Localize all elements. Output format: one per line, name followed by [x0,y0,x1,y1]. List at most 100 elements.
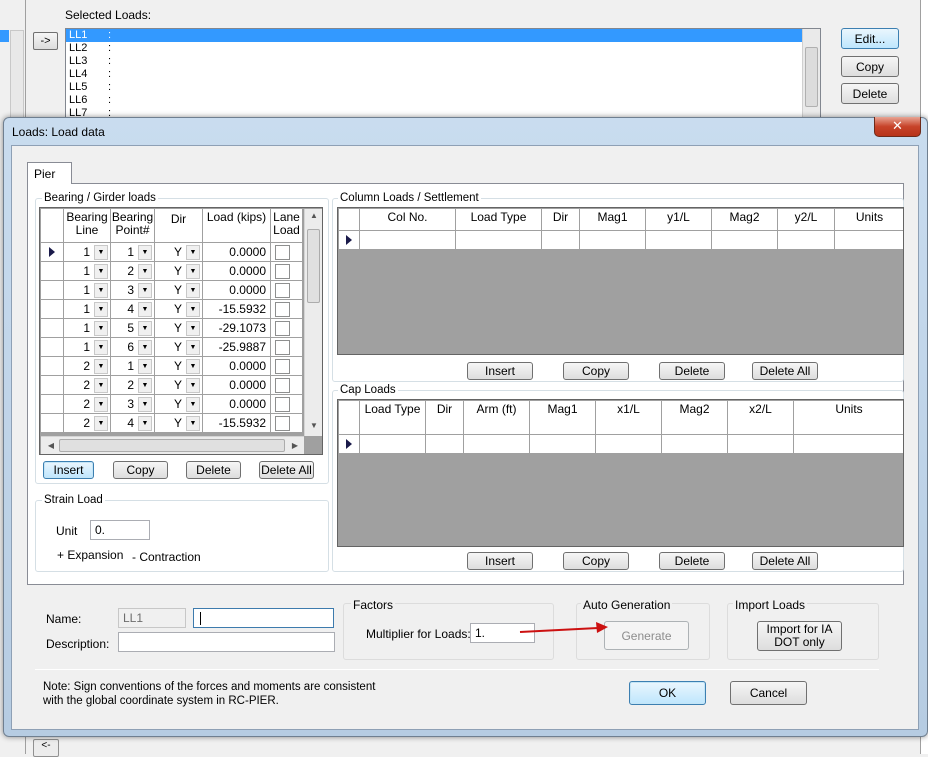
lane-load-checkbox[interactable] [275,283,290,298]
row-selector[interactable] [41,357,64,376]
lane-load-cell[interactable] [271,262,303,281]
dropdown-arrow-icon[interactable]: ▼ [94,378,108,393]
dropdown-arrow-icon[interactable]: ▼ [94,283,108,298]
description-input[interactable] [118,632,335,652]
dropdown-arrow-icon[interactable]: ▼ [138,264,152,279]
column-loads-grid[interactable]: Col No. Load Type Dir Mag1 y1/L Mag2 y2/… [337,207,904,355]
edit-load-button[interactable]: Edit... [841,28,899,49]
bearing-point-select[interactable]: 5 ▼ [111,319,155,338]
dropdown-arrow-icon[interactable]: ▼ [94,302,108,317]
mag2-cell[interactable] [712,231,778,250]
scroll-thumb[interactable] [805,47,818,107]
dir-select[interactable]: Y ▼ [155,338,203,357]
strain-unit-input[interactable]: 0. [90,520,150,540]
y2l-cell[interactable] [778,231,835,250]
dropdown-arrow-icon[interactable]: ▼ [138,245,152,260]
mag1-cell[interactable] [580,231,646,250]
dir-select[interactable]: Y ▼ [155,281,203,300]
cancel-button[interactable]: Cancel [730,681,807,705]
bearing-insert-button[interactable]: Insert [43,461,94,479]
col-header-bearing-line[interactable]: Bearing Line [64,209,111,243]
units-cell[interactable] [794,435,903,454]
dropdown-arrow-icon[interactable]: ▼ [94,359,108,374]
bearing-line-select[interactable]: 2 ▼ [64,357,111,376]
col-header-y2l[interactable]: y2/L [778,209,835,231]
bearing-point-select[interactable]: 3 ▼ [111,281,155,300]
dropdown-arrow-icon[interactable]: ▼ [186,321,200,336]
list-item[interactable]: LL5: [66,81,820,94]
col-header-lane-load[interactable]: Lane Load [271,209,303,243]
col-header-mag2[interactable]: Mag2 [662,401,728,435]
col-header-x2l[interactable]: x2/L [728,401,794,435]
row-selector[interactable] [41,395,64,414]
row-selector[interactable] [41,414,64,433]
load-cell[interactable]: -15.5932 [203,300,271,319]
dropdown-arrow-icon[interactable]: ▼ [94,245,108,260]
row-selector[interactable] [339,231,360,250]
dropdown-arrow-icon[interactable]: ▼ [94,416,108,431]
generate-button[interactable]: Generate [604,621,689,650]
dropdown-arrow-icon[interactable]: ▼ [94,340,108,355]
name-input[interactable] [193,608,334,628]
mag1-cell[interactable] [530,435,596,454]
row-selector[interactable] [41,300,64,319]
lane-load-checkbox[interactable] [275,245,290,260]
bearing-line-select[interactable]: 2 ▼ [64,414,111,433]
dir-select[interactable]: Y ▼ [155,395,203,414]
list-item[interactable]: LL2: [66,42,820,55]
dropdown-arrow-icon[interactable]: ▼ [94,397,108,412]
load-cell[interactable]: -29.1073 [203,319,271,338]
scroll-right-icon[interactable]: ▶ [287,441,303,450]
bearing-line-select[interactable]: 1 ▼ [64,319,111,338]
y1l-cell[interactable] [646,231,712,250]
col-header-bearing-point[interactable]: Bearing Point# [111,209,155,243]
dropdown-arrow-icon[interactable]: ▼ [138,416,152,431]
col-header-load[interactable]: Load (kips) [203,209,271,243]
load-cell[interactable]: 0.0000 [203,357,271,376]
bearing-point-select[interactable]: 4 ▼ [111,414,155,433]
row-selector[interactable] [41,281,64,300]
bearing-copy-button[interactable]: Copy [113,461,168,479]
col-header-units[interactable]: Units [835,209,903,231]
import-ia-dot-button[interactable]: Import for IA DOT only [757,621,842,651]
bearing-point-select[interactable]: 4 ▼ [111,300,155,319]
bearing-point-select[interactable]: 1 ▼ [111,357,155,376]
col-header-mag1[interactable]: Mag1 [530,401,596,435]
dropdown-arrow-icon[interactable]: ▼ [186,340,200,355]
dropdown-arrow-icon[interactable]: ▼ [138,302,152,317]
col-header-col-no[interactable]: Col No. [360,209,456,231]
cap-copy-button[interactable]: Copy [563,552,629,570]
bearing-line-select[interactable]: 1 ▼ [64,262,111,281]
selected-loads-scrollbar[interactable] [802,29,820,123]
dropdown-arrow-icon[interactable]: ▼ [138,283,152,298]
delete-load-button[interactable]: Delete [841,83,899,104]
arm-cell[interactable] [464,435,530,454]
load-cell[interactable]: -15.5932 [203,414,271,433]
dropdown-arrow-icon[interactable]: ▼ [94,321,108,336]
load-type-cell[interactable] [360,435,426,454]
col-header-mag1[interactable]: Mag1 [580,209,646,231]
column-delete-all-button[interactable]: Delete All [752,362,818,380]
cap-loads-grid[interactable]: Load Type Dir Arm (ft) Mag1 x1/L Mag2 x2… [337,399,904,547]
scroll-up-icon[interactable]: ▲ [306,211,322,220]
dir-select[interactable]: Y ▼ [155,414,203,433]
cap-delete-all-button[interactable]: Delete All [752,552,818,570]
scroll-left-icon[interactable]: ◀ [43,441,59,450]
lane-load-checkbox[interactable] [275,416,290,431]
bearing-hscroll[interactable]: ◀ ▶ [41,436,304,454]
list-item[interactable]: LL1: [66,29,802,42]
lane-load-cell[interactable] [271,319,303,338]
bearing-point-select[interactable]: 6 ▼ [111,338,155,357]
bearing-point-select[interactable]: 1 ▼ [111,243,155,262]
dir-select[interactable]: Y ▼ [155,376,203,395]
dir-select[interactable]: Y ▼ [155,300,203,319]
lane-load-cell[interactable] [271,243,303,262]
dropdown-arrow-icon[interactable]: ▼ [186,416,200,431]
dropdown-arrow-icon[interactable]: ▼ [138,359,152,374]
lane-load-checkbox[interactable] [275,378,290,393]
dropdown-arrow-icon[interactable]: ▼ [186,397,200,412]
dropdown-arrow-icon[interactable]: ▼ [138,397,152,412]
dropdown-arrow-icon[interactable]: ▼ [186,264,200,279]
load-cell[interactable]: 0.0000 [203,376,271,395]
row-selector[interactable] [41,243,64,262]
